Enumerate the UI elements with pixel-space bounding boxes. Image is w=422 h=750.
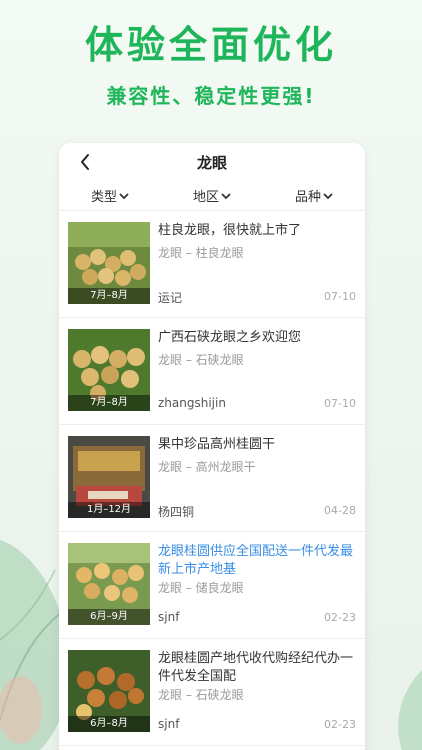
filter-label: 类型 bbox=[90, 190, 117, 205]
season-label: 7月–8月 bbox=[68, 288, 150, 304]
item-title: 果中珍品高州桂圆干 bbox=[158, 437, 276, 452]
item-category: 龙眼 – 高州龙眼干 bbox=[158, 460, 256, 474]
leaf-decoration-right bbox=[398, 670, 422, 750]
filter-label: 地区 bbox=[192, 190, 219, 205]
filter-bar: 类型 地区 品种 bbox=[59, 181, 365, 211]
season-label: 1月–12月 bbox=[68, 502, 150, 518]
item-user: 运记 bbox=[158, 291, 183, 305]
list-item[interactable]: 7月–8月 柱良龙眼，很快就上市了 龙眼 – 柱良龙眼 运记 07-10 bbox=[59, 211, 365, 318]
filter-type[interactable]: 类型 bbox=[59, 181, 161, 210]
item-category: 龙眼 – 石硖龙眼 bbox=[158, 688, 244, 702]
list-item[interactable]: 6月–8月 龙眼桂圆产地代收代购经纪代办一件代发全国配 龙眼 – 石硖龙眼 sj… bbox=[59, 639, 365, 746]
item-user: sjnf bbox=[158, 717, 180, 731]
filter-variety[interactable]: 品种 bbox=[263, 181, 365, 210]
item-category: 龙眼 – 石硖龙眼 bbox=[158, 353, 244, 367]
item-date: 02-23 bbox=[324, 611, 356, 624]
page-title: 龙眼 bbox=[196, 154, 227, 172]
item-user: sjnf bbox=[158, 610, 180, 624]
product-image: 1月–12月 bbox=[68, 436, 150, 518]
item-date: 07-10 bbox=[324, 290, 356, 303]
product-image: 6月–9月 bbox=[68, 543, 150, 625]
list-item[interactable]: 6月–9月 龙眼桂圆供应全国配送一件代发最新上市产地基 龙眼 – 储良龙眼 sj… bbox=[59, 532, 365, 639]
filter-label: 品种 bbox=[294, 190, 321, 205]
item-category: 龙眼 – 柱良龙眼 bbox=[158, 246, 244, 260]
chevron-down-icon bbox=[119, 192, 129, 199]
season-label: 6月–9月 bbox=[68, 609, 150, 625]
product-list: 7月–8月 柱良龙眼，很快就上市了 龙眼 – 柱良龙眼 运记 07-10 7月–… bbox=[59, 211, 365, 746]
item-title: 柱良龙眼，很快就上市了 bbox=[158, 223, 302, 238]
item-date: 02-23 bbox=[324, 718, 356, 731]
item-title: 龙眼桂圆供应全国配送一件代发最新上市产地基 bbox=[158, 544, 354, 577]
item-category: 龙眼 – 储良龙眼 bbox=[158, 581, 244, 595]
promo-title: 体验全面优化 bbox=[84, 23, 337, 67]
filter-region[interactable]: 地区 bbox=[161, 181, 263, 210]
promo-subtitle: 兼容性、稳定性更强! bbox=[106, 84, 316, 108]
chevron-down-icon bbox=[323, 192, 333, 199]
list-item[interactable]: 7月–8月 广西石硖龙眼之乡欢迎您 龙眼 – 石硖龙眼 zhangshijin … bbox=[59, 318, 365, 425]
chevron-down-icon bbox=[221, 192, 231, 199]
item-date: 07-10 bbox=[324, 397, 356, 410]
item-user: zhangshijin bbox=[158, 396, 226, 410]
season-label: 7月–8月 bbox=[68, 395, 150, 411]
item-user: 杨四铜 bbox=[158, 505, 195, 519]
list-item[interactable]: 1月–12月 果中珍品高州桂圆干 龙眼 – 高州龙眼干 杨四铜 04-28 bbox=[59, 425, 365, 532]
app-screen: 龙眼 类型 地区 品种 7月–8月 柱良龙眼，很快就上市了 龙眼 – 柱良龙眼 … bbox=[59, 143, 365, 750]
item-title: 龙眼桂圆产地代收代购经纪代办一件代发全国配 bbox=[158, 651, 354, 684]
product-image: 6月–8月 bbox=[68, 650, 150, 732]
item-title: 广西石硖龙眼之乡欢迎您 bbox=[158, 330, 302, 345]
season-label: 6月–8月 bbox=[68, 716, 150, 732]
product-image: 7月–8月 bbox=[68, 329, 150, 411]
product-image: 7月–8月 bbox=[68, 222, 150, 304]
item-date: 04-28 bbox=[324, 504, 356, 517]
nav-bar: 龙眼 bbox=[59, 143, 365, 181]
